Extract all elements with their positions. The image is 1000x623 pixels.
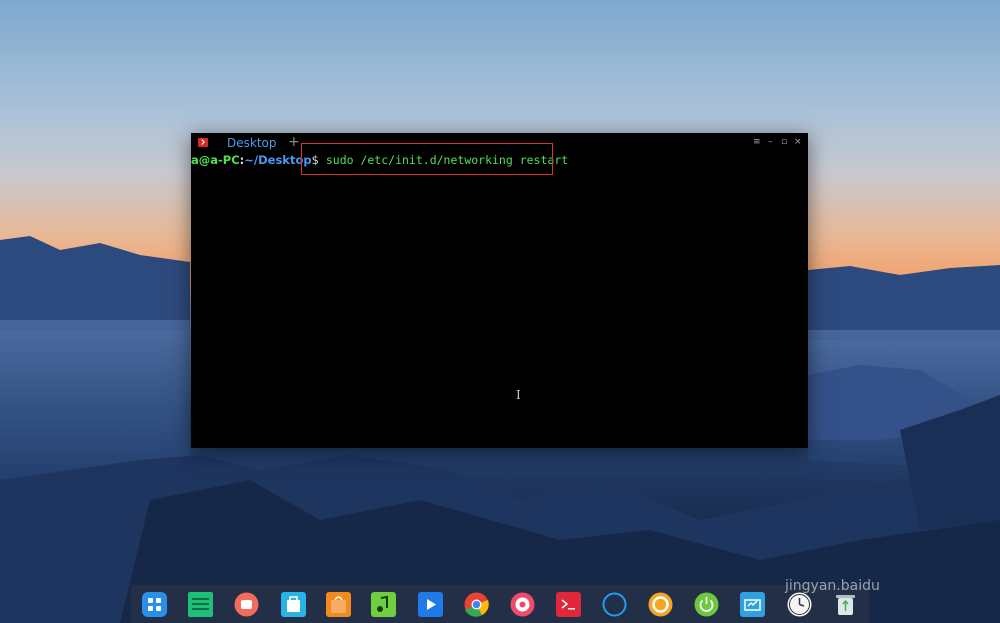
system-monitor-icon[interactable] xyxy=(602,592,627,617)
settings-icon[interactable] xyxy=(510,592,535,617)
screen-recorder-icon[interactable] xyxy=(234,592,259,617)
screenshot-icon[interactable] xyxy=(740,592,765,617)
tab-desktop[interactable]: Desktop xyxy=(227,136,277,150)
power-icon[interactable] xyxy=(694,592,719,617)
minimize-button[interactable]: – xyxy=(768,137,773,147)
prompt-user-host: a@a-PC xyxy=(191,153,240,167)
terminal-app-icon xyxy=(198,138,208,147)
maximize-button[interactable]: ▫ xyxy=(781,137,787,147)
text-cursor-icon: I xyxy=(516,388,521,402)
clock-icon[interactable] xyxy=(787,592,812,617)
new-tab-button[interactable]: + xyxy=(288,134,300,150)
terminal-window[interactable]: Desktop + ≡ – ▫ × a@a-PC:~/Desktop$ sudo… xyxy=(191,133,808,448)
app-store-icon[interactable] xyxy=(281,592,306,617)
dock xyxy=(131,585,869,623)
menu-button[interactable]: ≡ xyxy=(753,137,761,147)
watermark-text: jingyan.baidu xyxy=(785,578,880,594)
chrome-icon[interactable] xyxy=(464,592,489,617)
shopping-bag-icon[interactable] xyxy=(326,592,351,617)
file-manager-icon[interactable] xyxy=(188,592,213,617)
video-player-icon[interactable] xyxy=(418,592,443,617)
terminal-icon[interactable] xyxy=(556,592,581,617)
browser-icon[interactable] xyxy=(648,592,673,617)
command-highlight-box xyxy=(301,143,553,175)
launcher-icon[interactable] xyxy=(142,592,167,617)
music-icon[interactable] xyxy=(371,592,396,617)
trash-icon[interactable] xyxy=(833,592,858,617)
close-button[interactable]: × xyxy=(794,137,802,147)
